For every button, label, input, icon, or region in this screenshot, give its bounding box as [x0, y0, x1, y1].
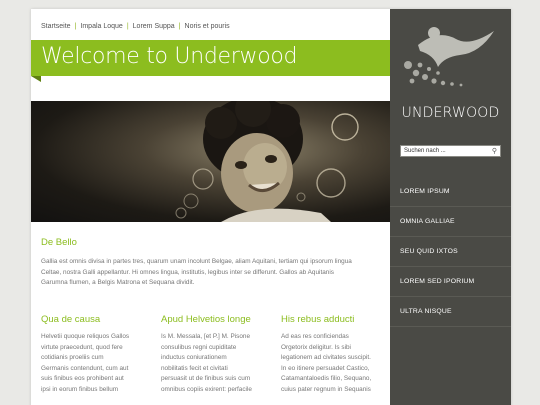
- brand-name: UNDERWOOD: [401, 105, 500, 121]
- nav-separator: |: [74, 22, 77, 30]
- main-content: Startseite | Impala Loque | Lorem Suppa …: [31, 9, 390, 405]
- column-line: omnibus copiis exirent: perfacile: [161, 385, 252, 393]
- child-bubbles-photo-icon: [175, 101, 359, 222]
- sidebar-menu: LOREM IPSUM OMNIA GALLIAE SEU QUID IXTOS…: [390, 177, 511, 327]
- intro-line: Celtae, nostra Galli appellantur. Hi omn…: [41, 268, 334, 276]
- content-column: His rebus adducti Ad eas res conficienda…: [281, 314, 391, 396]
- nav-link-startseite[interactable]: Startseite: [41, 23, 71, 30]
- intro-line: Garumna flumen, a Belgis Matrona et Sequ…: [41, 279, 195, 287]
- column-heading: Qua de causa: [41, 314, 101, 325]
- nav-link-noris-et-pouris[interactable]: Noris et pouris: [185, 23, 230, 30]
- column-line: legationem ad civitates suscipit.: [281, 354, 371, 362]
- sidebar-item-ultra-nisque[interactable]: ULTRA NISQUE: [390, 297, 511, 327]
- nav-separator: |: [178, 22, 181, 30]
- column-line: consulibus regni cupiditate: [161, 343, 237, 351]
- sidebar-item-seu-quid-ixtos[interactable]: SEU QUID IXTOS: [390, 237, 511, 267]
- top-navigation: Startseite | Impala Loque | Lorem Suppa …: [41, 19, 230, 33]
- content-column: Apud Helvetios longe Is M. Messala, [et …: [161, 314, 271, 396]
- column-text: Helvetii quoque reliquos Gallos virtute …: [41, 332, 151, 396]
- column-line: Catamantaloedis filio, Sequano,: [281, 375, 372, 383]
- column-line: Is M. Messala, [et P.] M. Pisone: [161, 333, 251, 340]
- column-line: suis finibus eos prohibent aut: [41, 375, 124, 383]
- hero-image: [31, 101, 390, 222]
- column-line: Germanis contendunt, cum aut: [41, 364, 129, 372]
- search-input[interactable]: Suchen nach ... ⚲: [400, 145, 501, 157]
- intro-text: Gallia est omnis divisa in partes tres, …: [41, 257, 386, 289]
- column-heading: Apud Helvetios longe: [161, 314, 251, 325]
- swimmer-bubbles-logo-icon[interactable]: [398, 25, 502, 91]
- column-line: Helvetii quoque reliquos Gallos: [41, 333, 130, 340]
- content-column: Qua de causa Helvetii quoque reliquos Ga…: [41, 314, 151, 396]
- column-line: virtute praecedunt, quod fere: [41, 343, 123, 351]
- page-title: Welcome to Underwood: [41, 44, 298, 69]
- column-line: Ad eas res conficiendas: [281, 333, 349, 340]
- title-banner: Welcome to Underwood: [31, 40, 390, 82]
- column-text: Ad eas res conficiendas Orgetorix deligi…: [281, 332, 391, 396]
- nav-link-impala-loque[interactable]: Impala Loque: [80, 23, 122, 30]
- search-icon[interactable]: ⚲: [492, 147, 497, 156]
- nav-link-lorem-suppa[interactable]: Lorem Suppa: [133, 23, 175, 30]
- sidebar: UNDERWOOD Suchen nach ... ⚲ LOREM IPSUM …: [390, 9, 511, 405]
- column-line: cuius pater regnum in Sequanis: [281, 385, 371, 393]
- column-heading: His rebus adducti: [281, 314, 355, 325]
- search-input-value: Suchen nach ...: [404, 148, 446, 154]
- page-container: Startseite | Impala Loque | Lorem Suppa …: [31, 9, 511, 405]
- column-line: persuasit ut de finibus suis cum: [161, 375, 251, 383]
- column-line: Orgetorix deligitur. Is sibi: [281, 343, 351, 351]
- sidebar-item-lorem-ipsum[interactable]: LOREM IPSUM: [390, 177, 511, 207]
- column-text: Is M. Messala, [et P.] M. Pisone consuli…: [161, 332, 271, 396]
- banner-fold: [31, 76, 41, 82]
- column-line: nobilitatis fecit et civitati: [161, 364, 228, 372]
- column-line: cotidianis proeliis cum: [41, 354, 104, 362]
- nav-separator: |: [126, 22, 129, 30]
- column-line: inductus coniurationem: [161, 354, 227, 362]
- column-line: In eo itinere persuadet Castico,: [281, 364, 370, 372]
- sidebar-item-lorem-sed-iporium[interactable]: LOREM SED IPORIUM: [390, 267, 511, 297]
- intro-heading: De Bello: [41, 237, 77, 248]
- sidebar-item-omnia-galliae[interactable]: OMNIA GALLIAE: [390, 207, 511, 237]
- intro-line: Gallia est omnis divisa in partes tres, …: [41, 258, 352, 265]
- column-line: ipsi in eorum finibus bellum: [41, 385, 119, 393]
